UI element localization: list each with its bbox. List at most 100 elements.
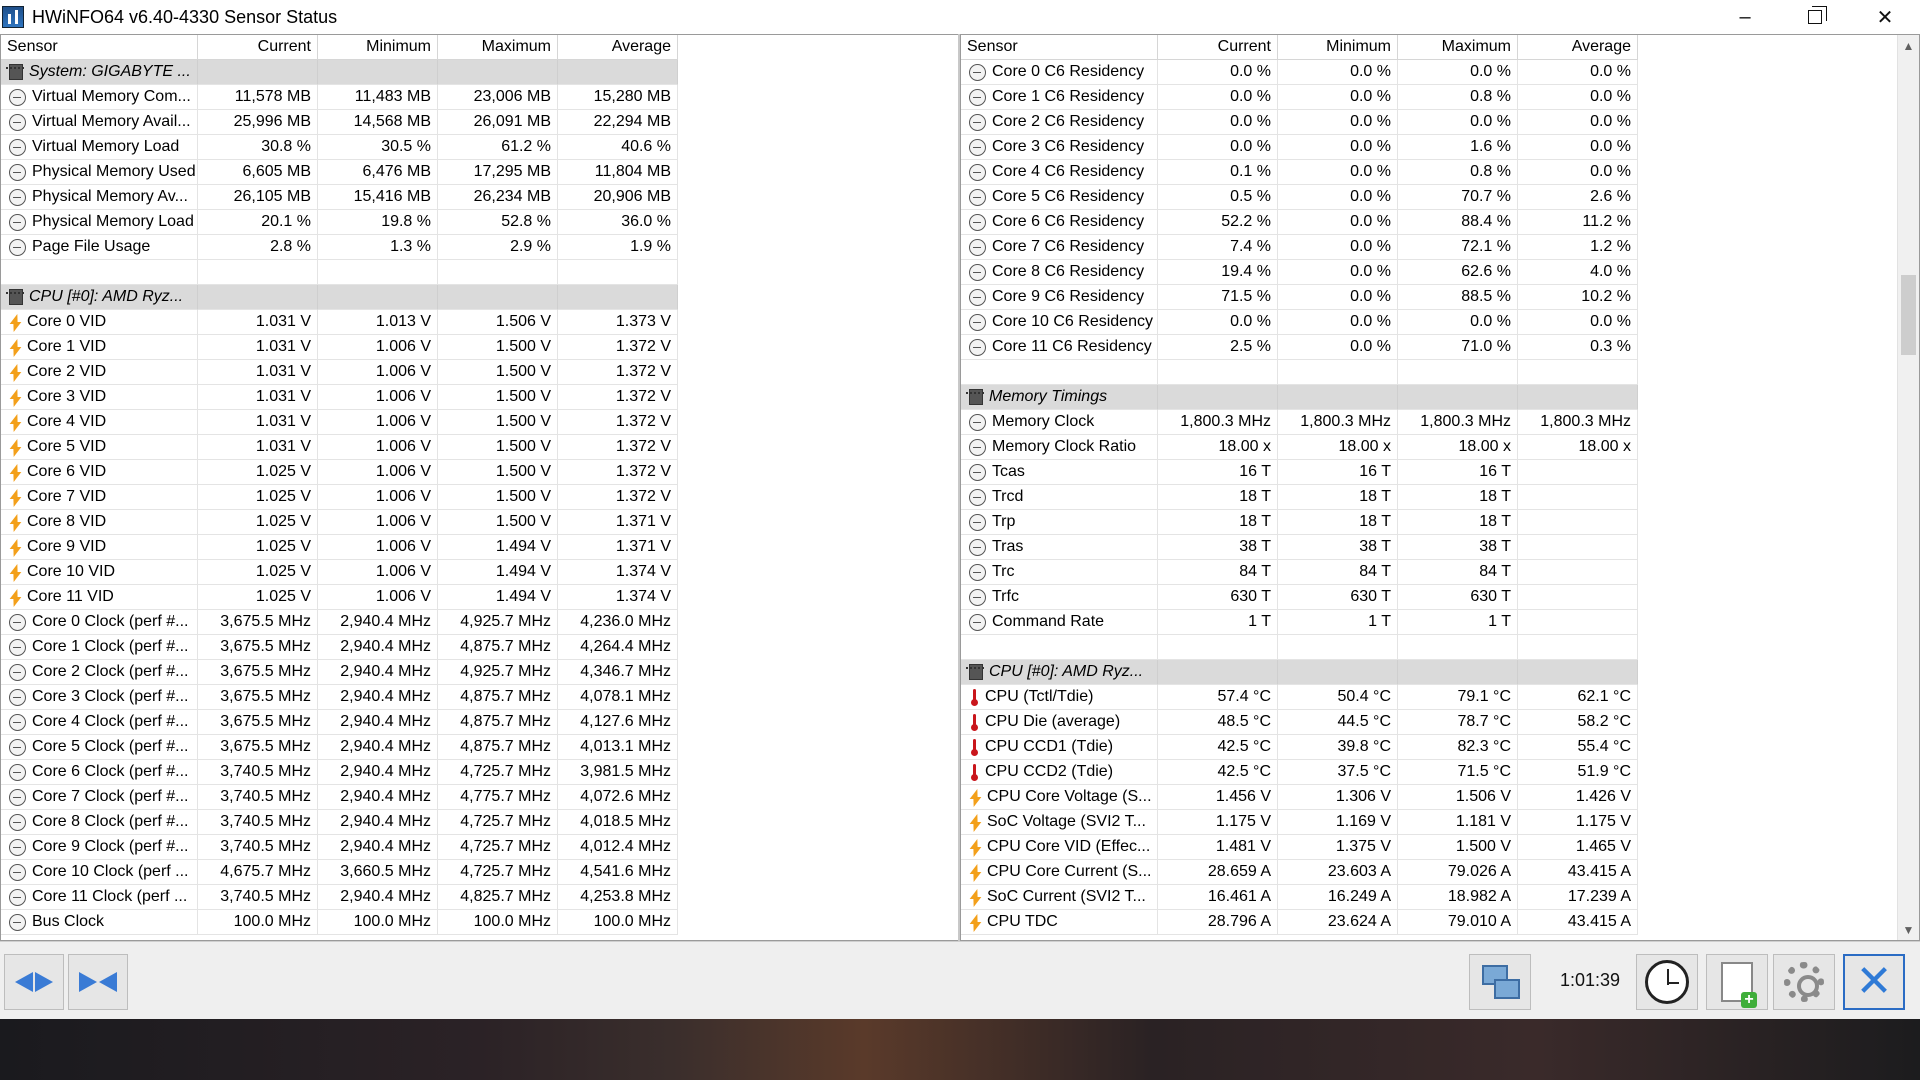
column-header-current[interactable]: Current xyxy=(1158,35,1278,60)
sensor-row[interactable]: Core 8 Clock (perf #... 3,740.5 MHz 2,940.… xyxy=(1,810,678,835)
expand-all-button[interactable] xyxy=(4,954,64,1010)
sensor-row[interactable]: Core 7 VID 1.025 V 1.006 V 1.500 V 1.372 V xyxy=(1,485,678,510)
minimum-value: 23.603 A xyxy=(1278,860,1398,885)
chip-icon xyxy=(966,389,986,405)
sensor-row[interactable]: Core 3 VID 1.031 V 1.006 V 1.500 V 1.372 V xyxy=(1,385,678,410)
sensor-row[interactable]: Virtual Memory Avail... 25,996 MB 14,568 M… xyxy=(1,110,678,135)
sensor-row[interactable]: Core 0 VID 1.031 V 1.013 V 1.506 V 1.373 V xyxy=(1,310,678,335)
sensor-row[interactable]: Core 5 VID 1.031 V 1.006 V 1.500 V 1.372 V xyxy=(1,435,678,460)
sensor-row[interactable]: Command Rate 1 T1 T1 T xyxy=(961,610,1638,635)
column-header-minimum[interactable]: Minimum xyxy=(1278,35,1398,60)
column-header-sensor[interactable]: Sensor xyxy=(961,35,1158,60)
sensor-row[interactable]: Core 10 C6 Residency 0.0 % 0.0 % 0.0 % 0.0 % xyxy=(961,310,1638,335)
sensor-row[interactable]: Core 0 Clock (perf #... 3,675.5 MHz 2,940.… xyxy=(1,610,678,635)
sensor-row[interactable]: Core 6 C6 Residency 52.2 % 0.0 % 88.4 % 11.2… xyxy=(961,210,1638,235)
column-header-current[interactable]: Current xyxy=(198,35,318,60)
scroll-up-button[interactable]: ▲ xyxy=(1898,35,1919,56)
sensor-row[interactable]: Core 2 Clock (perf #... 3,675.5 MHz 2,940.… xyxy=(1,660,678,685)
sensor-row[interactable]: Core 8 VID 1.025 V 1.006 V 1.500 V 1.371 V xyxy=(1,510,678,535)
sensor-row[interactable]: Core 4 VID 1.031 V 1.006 V 1.500 V 1.372 V xyxy=(1,410,678,435)
column-header-sensor[interactable]: Sensor xyxy=(1,35,198,60)
sensor-row[interactable]: CPU (Tctl/Tdie) 57.4 °C 50.4 °C 79.1 °C 62.1… xyxy=(961,685,1638,710)
sensor-pane-right[interactable]: Sensor Current Minimum Maximum Average C… xyxy=(960,34,1920,941)
sensor-row[interactable]: CPU Core Current (S... 28.659 A 23.603 A 79… xyxy=(961,860,1638,885)
sensor-row[interactable]: Core 2 C6 Residency 0.0 % 0.0 % 0.0 % 0.0 % xyxy=(961,110,1638,135)
sensor-row[interactable]: Core 11 Clock (perf ... 3,740.5 MHz 2,940.… xyxy=(1,885,678,910)
close-window-button[interactable]: ✕ xyxy=(1850,0,1920,34)
sensor-row[interactable]: Core 10 VID 1.025 V 1.006 V 1.494 V 1.374 V xyxy=(1,560,678,585)
vertical-scrollbar[interactable]: ▲ ▼ xyxy=(1897,35,1919,940)
reset-timer-button[interactable] xyxy=(1636,954,1698,1010)
sensor-row[interactable]: SoC Current (SVI2 T... 16.461 A 16.249 A 18… xyxy=(961,885,1638,910)
current-value: 3,740.5 MHz xyxy=(198,760,318,785)
sensor-pane-left[interactable]: Sensor Current Minimum Maximum Average S… xyxy=(0,34,959,941)
sensor-row[interactable]: Core 4 C6 Residency 0.1 % 0.0 % 0.8 % 0.0 % xyxy=(961,160,1638,185)
sensor-row[interactable]: Core 9 Clock (perf #... 3,740.5 MHz 2,940.… xyxy=(1,835,678,860)
sensor-row[interactable]: Core 10 Clock (perf ... 4,675.7 MHz 3,660.… xyxy=(1,860,678,885)
sensor-row[interactable]: Core 1 VID 1.031 V 1.006 V 1.500 V 1.372 V xyxy=(1,335,678,360)
sensor-row[interactable]: Core 9 VID 1.025 V 1.006 V 1.494 V 1.371 V xyxy=(1,535,678,560)
sensor-row[interactable]: Trp 18 T 18 T 18 T xyxy=(961,510,1638,535)
sensor-row[interactable]: Core 3 C6 Residency 0.0 % 0.0 % 1.6 % 0.0 % xyxy=(961,135,1638,160)
column-header-minimum[interactable]: Minimum xyxy=(318,35,438,60)
sensor-row[interactable]: Tcas 16 T 16 T 16 T xyxy=(961,460,1638,485)
close-sensors-button[interactable]: ✕ xyxy=(1843,954,1905,1010)
sensor-row[interactable]: Physical Memory Load 20.1 % 19.8 % 52.8 % 36… xyxy=(1,210,678,235)
column-header-maximum[interactable]: Maximum xyxy=(438,35,558,60)
sensor-row[interactable]: Core 3 Clock (perf #... 3,675.5 MHz 2,940.… xyxy=(1,685,678,710)
sensor-row[interactable]: CPU Die (average) 48.5 °C 44.5 °C 78.7 °C 58… xyxy=(961,710,1638,735)
sensor-row[interactable]: Core 6 VID 1.025 V 1.006 V 1.500 V 1.372 V xyxy=(1,460,678,485)
sensor-row[interactable]: CPU Core VID (Effec... 1.481 V 1.375 V 1.50… xyxy=(961,835,1638,860)
sensor-row[interactable]: Core 5 C6 Residency 0.5 % 0.0 % 70.7 % 2.6 % xyxy=(961,185,1638,210)
scroll-thumb[interactable] xyxy=(1901,275,1916,355)
sensor-group-row[interactable]: System: GIGABYTE ... xyxy=(1,60,678,85)
maximum-value: 2.9 % xyxy=(438,235,558,260)
sensor-row[interactable]: Trc 84 T 84 T 84 T xyxy=(961,560,1638,585)
sensor-group-row[interactable]: Memory Timings xyxy=(961,385,1638,410)
sensor-group-row[interactable]: CPU [#0]: AMD Ryz... xyxy=(1,285,678,310)
sensor-row[interactable]: Core 1 Clock (perf #... 3,675.5 MHz 2,940.… xyxy=(1,635,678,660)
sensor-row[interactable]: Core 4 Clock (perf #... 3,675.5 MHz 2,940.… xyxy=(1,710,678,735)
sensor-row[interactable]: CPU TDC 28.796 A 23.624 A 79.010 A 43.415 A xyxy=(961,910,1638,935)
sensor-row[interactable]: Core 6 Clock (perf #... 3,740.5 MHz 2,940.… xyxy=(1,760,678,785)
sensor-row[interactable]: Physical Memory Used 6,605 MB 6,476 MB 17,2… xyxy=(1,160,678,185)
column-header-maximum[interactable]: Maximum xyxy=(1398,35,1518,60)
settings-button[interactable] xyxy=(1773,954,1835,1010)
sensor-row[interactable]: CPU CCD1 (Tdie) 42.5 °C 39.8 °C 82.3 °C 55.4… xyxy=(961,735,1638,760)
minimize-button[interactable]: – xyxy=(1710,0,1780,34)
sensor-row[interactable]: Core 7 C6 Residency 7.4 % 0.0 % 72.1 % 1.2 % xyxy=(961,235,1638,260)
sensor-row[interactable]: Memory Clock 1,800.3 MHz 1,800.3 MHz 1,800.… xyxy=(961,410,1638,435)
sensor-row[interactable]: CPU CCD2 (Tdie) 42.5 °C 37.5 °C 71.5 °C 51.9… xyxy=(961,760,1638,785)
maximum-value: 88.5 % xyxy=(1398,285,1518,310)
current-value: 57.4 °C xyxy=(1158,685,1278,710)
maximize-button[interactable] xyxy=(1780,0,1850,34)
sensor-row[interactable]: Core 11 C6 Residency 2.5 % 0.0 % 71.0 % 0.3 … xyxy=(961,335,1638,360)
column-header-average[interactable]: Average xyxy=(558,35,678,60)
sensor-row[interactable]: Tras 38 T 38 T 38 T xyxy=(961,535,1638,560)
sensor-row[interactable]: Core 1 C6 Residency 0.0 % 0.0 % 0.8 % 0.0 % xyxy=(961,85,1638,110)
sensor-row[interactable]: Trfc 630 T 630 T 630 T xyxy=(961,585,1638,610)
sensor-row[interactable]: Bus Clock 100.0 MHz 100.0 MHz 100.0 MHz 100.… xyxy=(1,910,678,935)
sensor-row[interactable]: Memory Clock Ratio 18.00 x 18.00 x 18.00 x1… xyxy=(961,435,1638,460)
sensor-row[interactable]: Core 7 Clock (perf #... 3,740.5 MHz 2,940.… xyxy=(1,785,678,810)
collapse-all-button[interactable] xyxy=(68,954,128,1010)
sensor-row[interactable]: Core 0 C6 Residency 0.0 % 0.0 % 0.0 % 0.0 % xyxy=(961,60,1638,85)
sensor-row[interactable]: Virtual Memory Load 30.8 % 30.5 % 61.2 % 40.… xyxy=(1,135,678,160)
current-value: 16.461 A xyxy=(1158,885,1278,910)
network-button[interactable] xyxy=(1469,954,1531,1010)
sensor-row[interactable]: Core 8 C6 Residency 19.4 % 0.0 % 62.6 % 4.0 … xyxy=(961,260,1638,285)
sensor-row[interactable]: Physical Memory Av... 26,105 MB 15,416 MB 2… xyxy=(1,185,678,210)
column-header-average[interactable]: Average xyxy=(1518,35,1638,60)
sensor-row[interactable]: SoC Voltage (SVI2 T... 1.175 V 1.169 V 1.18… xyxy=(961,810,1638,835)
scroll-down-button[interactable]: ▼ xyxy=(1898,919,1919,940)
sensor-row[interactable]: Core 9 C6 Residency 71.5 % 0.0 % 88.5 % 10.2… xyxy=(961,285,1638,310)
sensor-row[interactable]: Virtual Memory Com... 11,578 MB 11,483 MB 2… xyxy=(1,85,678,110)
sensor-row[interactable]: Page File Usage 2.8 % 1.3 % 2.9 % 1.9 % xyxy=(1,235,678,260)
sensor-group-row[interactable]: CPU [#0]: AMD Ryz... xyxy=(961,660,1638,685)
logging-button[interactable] xyxy=(1706,954,1768,1010)
sensor-row[interactable]: Core 5 Clock (perf #... 3,675.5 MHz 2,940.… xyxy=(1,735,678,760)
sensor-row[interactable]: Core 11 VID 1.025 V 1.006 V 1.494 V 1.374 V xyxy=(1,585,678,610)
sensor-row[interactable]: Core 2 VID 1.031 V 1.006 V 1.500 V 1.372 V xyxy=(1,360,678,385)
sensor-row[interactable]: CPU Core Voltage (S... 1.456 V 1.306 V 1.50… xyxy=(961,785,1638,810)
sensor-row[interactable]: Trcd 18 T 18 T 18 T xyxy=(961,485,1638,510)
